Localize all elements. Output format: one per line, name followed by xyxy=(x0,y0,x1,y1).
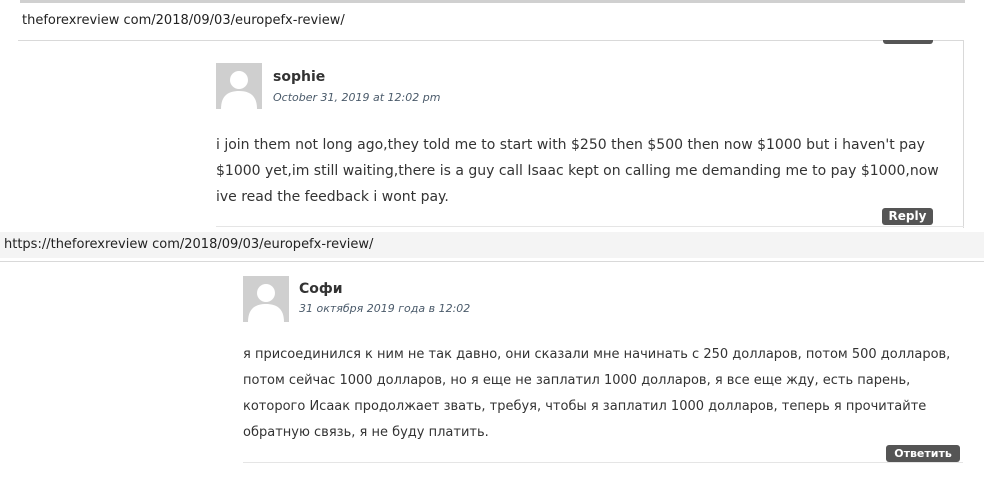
divider xyxy=(963,40,964,228)
reply-button[interactable]: Ответить xyxy=(886,445,960,462)
page-url[interactable]: theforexreview com/2018/09/03/europefx-r… xyxy=(22,13,345,28)
russian-comment-panel: https://theforexreview com/2018/09/03/eu… xyxy=(0,232,984,480)
english-comment-panel: theforexreview com/2018/09/03/europefx-r… xyxy=(0,0,984,232)
previous-reply-button[interactable] xyxy=(883,40,933,44)
avatar[interactable] xyxy=(243,276,289,322)
divider xyxy=(243,462,963,463)
user-silhouette-icon xyxy=(216,63,262,109)
url-bar: https://theforexreview com/2018/09/03/eu… xyxy=(0,232,984,258)
avatar[interactable] xyxy=(216,63,262,109)
user-silhouette-icon xyxy=(243,276,289,322)
divider xyxy=(216,226,964,227)
reply-button[interactable]: Reply xyxy=(882,208,933,225)
top-border xyxy=(20,0,965,3)
divider xyxy=(0,261,984,262)
comment-date[interactable]: October 31, 2019 at 12:02 pm xyxy=(273,91,440,104)
comment-text: я присоединился к ним не так давно, они … xyxy=(243,347,951,440)
comment-text: i join them not long ago,they told me to… xyxy=(216,137,939,205)
comment-author[interactable]: sophie xyxy=(273,69,325,85)
comment-author[interactable]: Софи xyxy=(299,281,343,297)
divider xyxy=(18,40,964,41)
page-url[interactable]: https://theforexreview com/2018/09/03/eu… xyxy=(4,237,373,252)
comment-date[interactable]: 31 октября 2019 года в 12:02 xyxy=(299,302,470,315)
